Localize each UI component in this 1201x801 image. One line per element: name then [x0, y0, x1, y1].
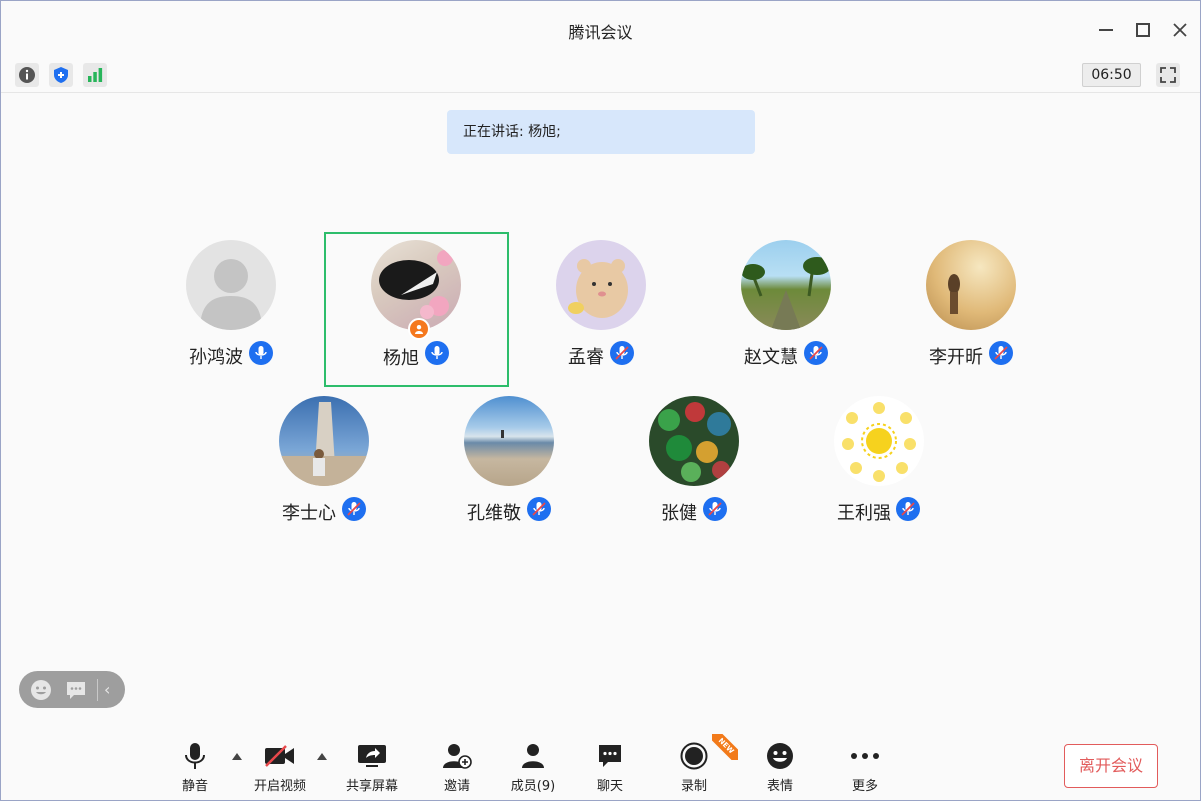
participant-tile[interactable]: 孙鸿波: [141, 233, 321, 383]
reaction-label: 表情: [766, 779, 793, 794]
default-avatar-icon: [200, 259, 262, 330]
chat-button[interactable]: 聊天: [575, 741, 645, 796]
participant-tile[interactable]: 李士心: [234, 389, 414, 539]
add-user-icon: [443, 744, 472, 769]
participant-name: 李士心: [282, 503, 336, 524]
info-icon: [19, 67, 35, 83]
avatar: [649, 396, 739, 486]
members-icon: [522, 744, 544, 768]
signal-bars-icon: [88, 68, 103, 82]
participant-tile[interactable]: 李开昕: [881, 233, 1061, 383]
participant-name: 赵文慧: [744, 347, 798, 368]
participant-name: 孔维敬: [467, 503, 521, 524]
more-button[interactable]: 更多: [830, 741, 900, 796]
share-screen-button[interactable]: 共享屏幕: [337, 741, 407, 796]
chat-bubble-icon: [67, 681, 85, 699]
mic-muted-icon: [527, 497, 551, 521]
start-video-button[interactable]: 开启视频: [245, 741, 315, 796]
mic-muted-icon: [896, 497, 920, 521]
record-label: 录制: [680, 779, 707, 794]
speaking-banner: 正在讲话: 杨旭;: [447, 110, 755, 154]
share-screen-icon: [358, 745, 386, 767]
participant-tile[interactable]: 孟睿: [511, 233, 691, 383]
network-signal-button[interactable]: [83, 63, 107, 87]
chat-label: 聊天: [596, 779, 623, 794]
close-icon: [1173, 23, 1187, 37]
mic-muted-icon: [342, 497, 366, 521]
participant-name: 王利强: [837, 503, 891, 524]
camera-off-icon: [265, 745, 294, 767]
avatar: [464, 396, 554, 486]
participant-name: 李开昕: [929, 347, 983, 368]
participant-tile[interactable]: 孔维敬: [419, 389, 599, 539]
record-icon: [680, 742, 708, 770]
fullscreen-button[interactable]: [1156, 63, 1180, 87]
shield-icon: [54, 67, 68, 83]
meeting-timer: 06:50: [1082, 63, 1141, 87]
mute-label: 静音: [181, 779, 208, 794]
chat-icon: [599, 745, 621, 767]
new-badge-text: NEW: [712, 734, 738, 760]
security-button[interactable]: [49, 63, 73, 87]
mute-button[interactable]: 静音: [160, 741, 230, 796]
avatar: [741, 240, 831, 330]
mic-muted-icon: [610, 341, 634, 365]
more-label: 更多: [851, 779, 878, 794]
smiley-icon: [767, 743, 793, 769]
invite-label: 邀请: [443, 779, 470, 794]
start-video-label: 开启视频: [253, 779, 306, 794]
participant-name: 孟睿: [568, 347, 604, 368]
close-button[interactable]: [1167, 17, 1193, 43]
meeting-window: 腾讯会议 06:50 正在讲话: 杨旭; 孙鸿波 杨旭 孟睿 赵文慧 李开昕 李…: [0, 0, 1201, 801]
avatar: [371, 240, 461, 330]
quick-chat-button[interactable]: [63, 677, 89, 703]
mic-on-icon: [425, 341, 449, 365]
participant-name: 杨旭: [383, 348, 419, 369]
participant-tile-active-speaker[interactable]: 杨旭: [324, 232, 509, 387]
emoji-reaction-button[interactable]: [28, 677, 54, 703]
mic-muted-icon: [989, 341, 1013, 365]
fullscreen-icon: [1160, 67, 1176, 83]
participant-tile[interactable]: 张健: [604, 389, 784, 539]
floating-quick-actions: ‹: [19, 671, 125, 708]
host-icon: [408, 318, 430, 340]
avatar: [186, 240, 276, 330]
info-toolbar: 06:50: [1, 57, 1200, 93]
collapse-arrow-icon[interactable]: ‹: [104, 680, 110, 699]
members-label: 成员(9): [510, 779, 556, 794]
mic-muted-icon: [703, 497, 727, 521]
leave-meeting-button[interactable]: 离开会议: [1064, 744, 1158, 788]
invite-button[interactable]: 邀请: [422, 741, 492, 796]
participant-name: 孙鸿波: [189, 347, 243, 368]
divider: [97, 678, 98, 701]
window-title: 腾讯会议: [568, 23, 633, 42]
maximize-icon: [1136, 23, 1150, 37]
avatar: [556, 240, 646, 330]
mute-options-caret-icon[interactable]: [232, 753, 242, 760]
avatar: [926, 240, 1016, 330]
more-dots-icon: [851, 753, 879, 759]
microphone-icon: [185, 743, 205, 769]
maximize-button[interactable]: [1130, 17, 1156, 43]
title-bar: 腾讯会议: [1, 1, 1200, 57]
reaction-button[interactable]: 表情: [745, 741, 815, 796]
participant-tile[interactable]: 王利强: [789, 389, 969, 539]
minimize-button[interactable]: [1093, 17, 1119, 43]
mic-on-icon: [249, 341, 273, 365]
participant-tile[interactable]: 赵文慧: [696, 233, 876, 383]
mic-muted-icon: [804, 341, 828, 365]
meeting-info-button[interactable]: [15, 63, 39, 87]
bottom-control-bar: 静音 开启视频 共享屏幕 邀请 成员(9) 聊天 录制 表情 更多: [1, 731, 1200, 800]
share-screen-label: 共享屏幕: [345, 779, 398, 794]
smiley-icon: [31, 679, 51, 700]
members-button[interactable]: 成员(9): [498, 741, 568, 796]
avatar: [834, 396, 924, 486]
video-options-caret-icon[interactable]: [317, 753, 327, 760]
new-feature-badge: NEW: [712, 734, 738, 760]
avatar: [279, 396, 369, 486]
participant-name: 张健: [661, 503, 697, 524]
minimize-icon: [1099, 29, 1113, 31]
